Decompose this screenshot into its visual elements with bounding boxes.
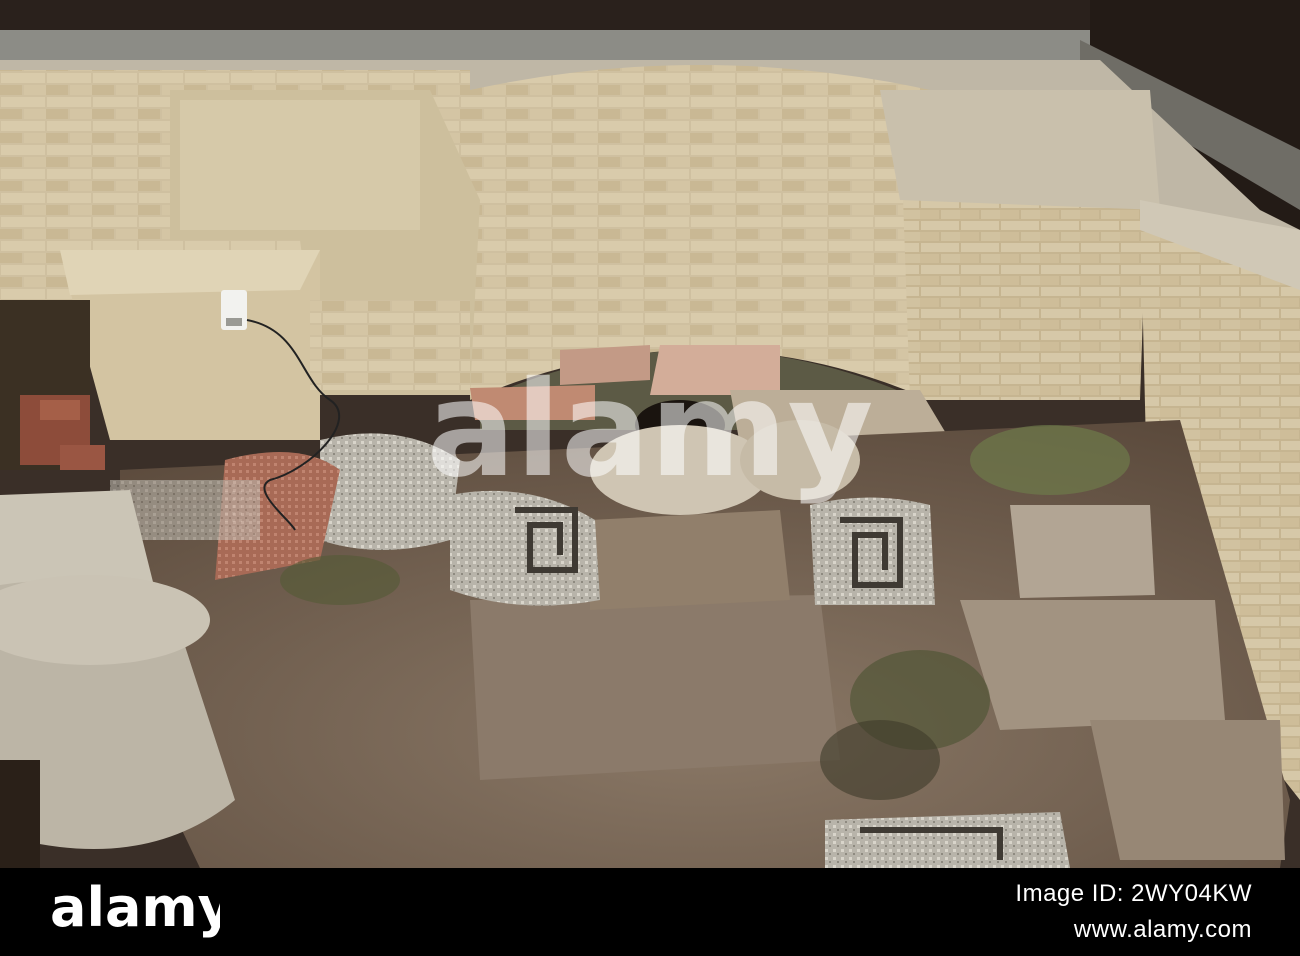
ruins-photo <box>0 0 1300 868</box>
alamy-logo: alamy <box>50 878 220 939</box>
logo-text: alamy <box>50 878 220 939</box>
site-url[interactable]: www.alamy.com <box>1074 916 1252 944</box>
image-id-label: Image ID: 2WY04KW <box>1015 880 1252 907</box>
